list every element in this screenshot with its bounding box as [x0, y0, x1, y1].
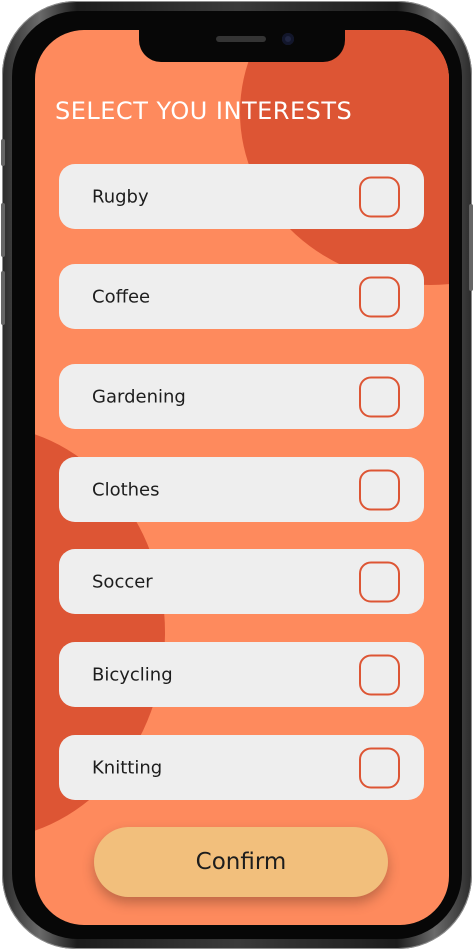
interest-item-bicycling[interactable]: Bicycling [59, 642, 424, 707]
checkbox[interactable] [359, 276, 400, 317]
interest-item-knitting[interactable]: Knitting [59, 735, 424, 800]
interest-label: Knitting [92, 757, 163, 778]
checkbox[interactable] [359, 376, 400, 417]
checkbox[interactable] [359, 469, 400, 510]
confirm-button[interactable]: Confirm [94, 827, 388, 897]
speaker-grille [216, 36, 266, 42]
volume-up-button [1, 203, 5, 257]
mute-switch [1, 139, 5, 166]
interest-item-rugby[interactable]: Rugby [59, 164, 424, 229]
interest-label: Gardening [92, 386, 186, 407]
interest-item-soccer[interactable]: Soccer [59, 549, 424, 614]
interest-label: Soccer [92, 571, 153, 592]
checkbox[interactable] [359, 176, 400, 217]
checkbox[interactable] [359, 747, 400, 788]
app-screen: SELECT YOU INTERESTS Rugby Coffee Garden… [35, 30, 449, 925]
power-button [469, 204, 473, 291]
phone-notch [139, 30, 345, 62]
phone-frame: SELECT YOU INTERESTS Rugby Coffee Garden… [1, 1, 473, 949]
interest-item-gardening[interactable]: Gardening [59, 364, 424, 429]
decorative-blob-top [240, 30, 449, 285]
checkbox[interactable] [359, 654, 400, 695]
interest-label: Rugby [92, 186, 149, 207]
checkbox[interactable] [359, 561, 400, 602]
interest-item-clothes[interactable]: Clothes [59, 457, 424, 522]
interest-label: Bicycling [92, 664, 173, 685]
volume-down-button [1, 271, 5, 325]
page-title: SELECT YOU INTERESTS [55, 97, 353, 125]
interest-label: Coffee [92, 286, 151, 307]
interest-label: Clothes [92, 479, 160, 500]
interest-item-coffee[interactable]: Coffee [59, 264, 424, 329]
front-camera [282, 33, 294, 45]
